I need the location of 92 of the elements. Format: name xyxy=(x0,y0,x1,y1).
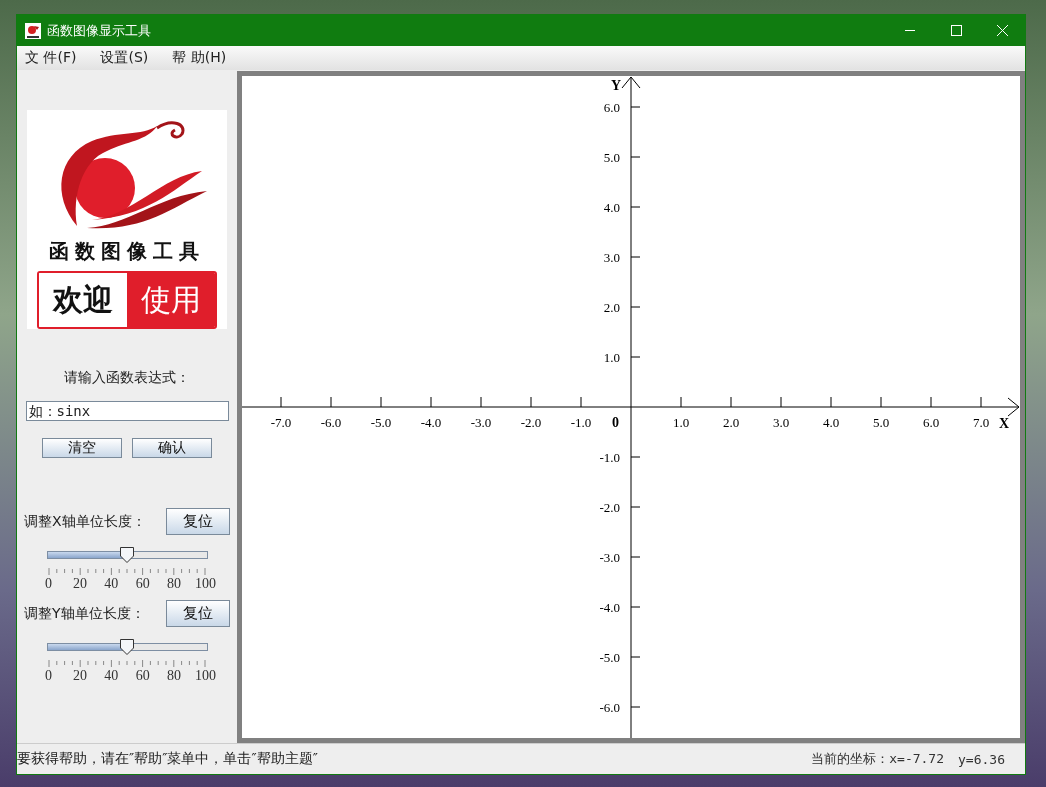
y-tick-mark xyxy=(630,656,641,658)
x-tick-mark xyxy=(280,396,282,408)
window-title: 函数图像显示工具 xyxy=(47,21,152,40)
x-tick-mark xyxy=(730,396,732,408)
x-tick-label: -3.0 xyxy=(470,415,492,430)
y-tick-label: -6.0 xyxy=(599,700,620,715)
slider-tick-label: 60 xyxy=(135,668,150,684)
slider-tick-label: 40 xyxy=(104,668,119,684)
slider-tick-label: 0 xyxy=(45,576,52,592)
slider-tick-label: 60 xyxy=(135,576,150,592)
coordinate-readout: 当前的坐标：x=-7.72 xyxy=(811,750,945,768)
plot-canvas[interactable]: -7.0 -6.0 -5.0 -4.0 -3.0 -2.0 -1.0 1.0 2.0 3.0 4.0 5.0 6.0 7.0 6.0 5.0 4.0 3.0 2.0 1.0 -1.0 -2.0 -3.0 -4.0 -5.0 -6.0 0 X Y xyxy=(237,71,1025,743)
y-tick-label: -2.0 xyxy=(599,500,620,515)
slider-tick-label: 20 xyxy=(72,668,87,684)
scale-label: 调整X轴单位长度： xyxy=(24,512,146,531)
menu-item[interactable]: 设置(S) xyxy=(98,49,151,67)
y-tick-label: 3.0 xyxy=(603,250,620,265)
slider-tick-label: 80 xyxy=(167,668,182,684)
x-tick-label: 7.0 xyxy=(972,415,990,430)
y-tick-mark xyxy=(630,206,641,208)
scale-label: 调整Y轴单位长度： xyxy=(24,604,145,623)
maximize-icon xyxy=(950,25,962,36)
y-tick-mark xyxy=(630,456,641,458)
x-tick-label: 4.0 xyxy=(822,415,840,430)
y-tick-mark xyxy=(630,606,641,608)
slider-tick-label: 0 xyxy=(45,668,52,684)
reset-button[interactable]: 复位 xyxy=(166,508,230,535)
y-tick-label: 6.0 xyxy=(603,100,620,115)
x-tick-label: -7.0 xyxy=(270,415,292,430)
y-tick-mark xyxy=(630,356,641,358)
reset-button[interactable]: 复位 xyxy=(166,600,230,627)
origin-label: 0 xyxy=(612,415,619,430)
y-tick-mark xyxy=(630,156,641,158)
slider[interactable] xyxy=(46,639,208,655)
y-tick-mark xyxy=(630,256,641,258)
x-tick-label: -6.0 xyxy=(320,415,342,430)
x-tick-mark xyxy=(430,396,432,408)
y-tick-label: -4.0 xyxy=(599,600,620,615)
x-tick-label: -1.0 xyxy=(570,415,592,430)
x-tick-mark xyxy=(930,396,932,408)
y-tick-label: 2.0 xyxy=(603,300,620,315)
slider-tick-label: 80 xyxy=(167,576,182,592)
x-tick-mark xyxy=(480,396,482,408)
slider[interactable] xyxy=(46,547,208,563)
slider-thumb[interactable] xyxy=(120,639,134,655)
action-button[interactable]: 确认 xyxy=(132,438,212,458)
x-tick-mark xyxy=(580,396,582,408)
x-tick-mark xyxy=(780,396,782,408)
y-tick-mark xyxy=(630,306,641,308)
y-tick-label: -5.0 xyxy=(599,650,620,665)
x-tick-mark xyxy=(830,396,832,408)
x-tick-mark xyxy=(380,396,382,408)
x-tick-mark xyxy=(330,396,332,408)
help-hint: 要获得帮助，请在″帮助″菜单中，单击″帮助主题″ xyxy=(17,750,319,768)
expression-input[interactable]: 如：sinx xyxy=(25,401,229,421)
x-tick-label: 5.0 xyxy=(872,415,890,430)
y-tick-label: 4.0 xyxy=(603,200,620,215)
coordinate-readout: y=6.36 xyxy=(958,751,1005,767)
x-tick-label: 1.0 xyxy=(672,415,690,430)
x-tick-label: 2.0 xyxy=(722,415,740,430)
y-tick-label: -3.0 xyxy=(599,550,620,565)
app-icon xyxy=(25,22,41,39)
slider-tick-label: 100 xyxy=(195,576,216,592)
menu-item[interactable]: 帮 助(H) xyxy=(170,49,229,67)
x-tick-label: -5.0 xyxy=(370,415,392,430)
x-tick-mark xyxy=(880,396,882,408)
y-tick-label: 5.0 xyxy=(603,150,620,165)
y-tick-mark xyxy=(630,106,641,108)
x-axis-label: X xyxy=(999,416,1010,431)
close-icon xyxy=(996,25,1008,36)
y-tick-label: -1.0 xyxy=(599,450,620,465)
y-tick-label: 1.0 xyxy=(603,350,620,365)
y-tick-mark xyxy=(630,556,641,558)
menu-item[interactable]: 文 件(F) xyxy=(23,49,79,67)
x-tick-label: -4.0 xyxy=(420,415,442,430)
x-tick-mark xyxy=(980,396,982,408)
slider-tick-label: 40 xyxy=(104,576,119,592)
y-axis-label: Y xyxy=(611,78,622,93)
banner-text: 使用 xyxy=(127,273,215,327)
slider-thumb[interactable] xyxy=(120,547,134,563)
x-tick-label: -2.0 xyxy=(520,415,542,430)
slider-tick-label: 100 xyxy=(195,668,216,684)
action-button[interactable]: 清空 xyxy=(42,438,122,458)
x-tick-mark xyxy=(680,396,682,408)
y-tick-mark xyxy=(630,706,641,708)
expression-label: 请输入函数表达式： xyxy=(64,369,190,387)
x-tick-label: 3.0 xyxy=(772,415,790,430)
logo-title: 函数图像工具 xyxy=(49,238,205,265)
x-tick-mark xyxy=(530,396,532,408)
slider-tick-label: 20 xyxy=(72,576,87,592)
y-tick-mark xyxy=(630,506,641,508)
x-tick-label: 6.0 xyxy=(922,415,940,430)
